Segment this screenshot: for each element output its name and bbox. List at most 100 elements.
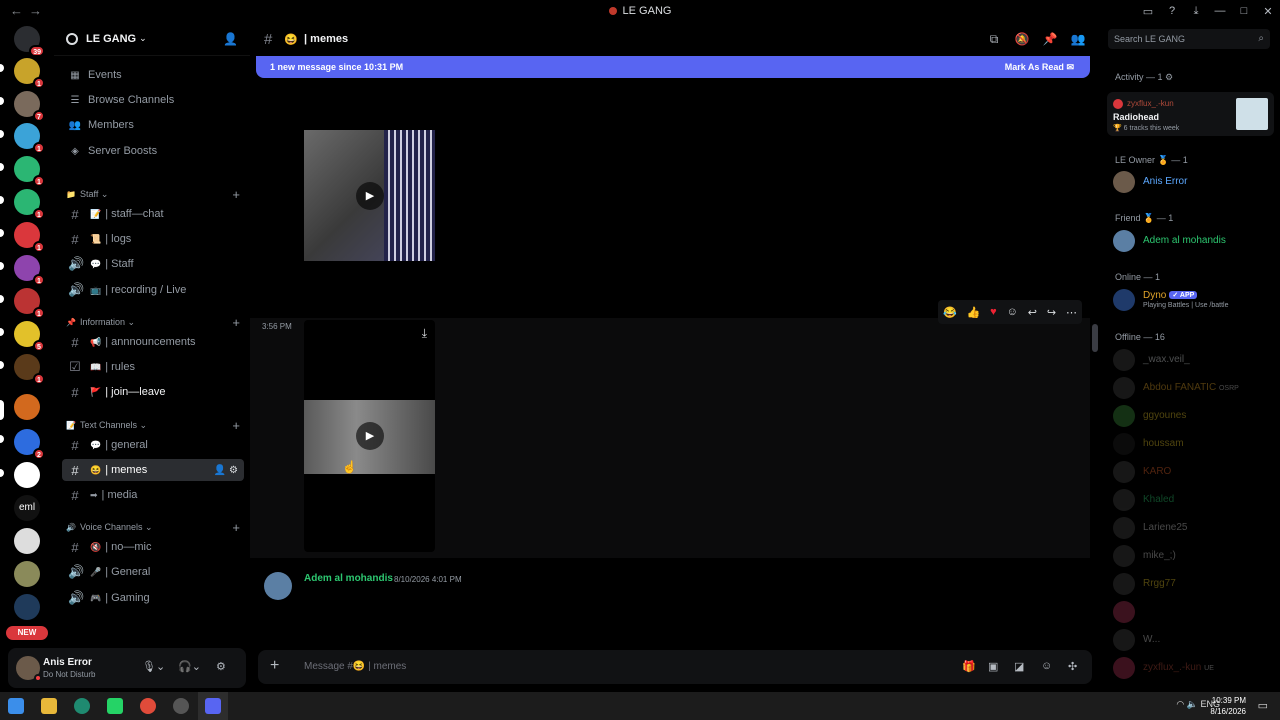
channel-no-mic[interactable]: # 🔇 | no—mic (62, 536, 244, 558)
new-badge[interactable]: NEW (6, 626, 48, 640)
reaction-laugh-icon[interactable]: 😂 (943, 306, 957, 319)
channel-gaming[interactable]: 🔊 🎮 | Gaming (62, 587, 244, 609)
server-icon[interactable]: 1 (14, 288, 45, 319)
server-icon[interactable]: 2 (14, 429, 45, 460)
server-icon[interactable]: 1 (14, 255, 45, 286)
member-item[interactable]: Lariene25 (1113, 517, 1273, 541)
add-channel-icon[interactable]: + (232, 187, 240, 202)
channel-recording[interactable]: 🔊 📺 | recording / Live (62, 279, 244, 301)
members-link[interactable]: 👥 Members (62, 114, 244, 136)
play-icon[interactable]: ▶ (356, 422, 384, 450)
invite-icon[interactable]: 👤 (214, 465, 226, 476)
clock[interactable]: 10:39 PM 8/16/2026 (1210, 695, 1246, 717)
pin-icon[interactable]: 📌 (1036, 32, 1064, 47)
member-item[interactable]: mike_;) (1113, 545, 1273, 569)
avatar[interactable] (264, 572, 292, 600)
search-input[interactable]: Search LE GANG ⌕ (1108, 29, 1270, 49)
edge-icon[interactable] (74, 698, 90, 714)
channel-rules[interactable]: ☑ 📖 | rules (62, 356, 244, 378)
notification-off-icon[interactable]: 🔕 (1008, 32, 1036, 47)
volume-icon[interactable]: 🔈 (1187, 699, 1198, 709)
threads-icon[interactable]: ⧉ (980, 32, 1008, 47)
channel-announcements[interactable]: # 📢 | annnouncements (62, 331, 244, 353)
gift-icon[interactable]: 🎁 (962, 660, 976, 673)
server-icon[interactable]: 7 (14, 91, 45, 122)
notification-icon[interactable]: ▭ (1258, 699, 1268, 712)
server-icon[interactable]: 1 (14, 156, 45, 187)
mic-icon[interactable]: 🎙⌄ (142, 660, 165, 673)
add-reaction-icon[interactable]: ☺ (1007, 306, 1018, 318)
server-icon[interactable]: 1 (14, 58, 45, 89)
video-attachment[interactable]: ▶ (304, 80, 435, 312)
category-information[interactable]: 📌 Information ⌄ + (66, 315, 244, 330)
activity-card[interactable]: zyxflux_.-kun Radiohead 🏆 6 tracks this … (1107, 92, 1274, 136)
member-item[interactable]: Adem al mohandis (1113, 230, 1273, 254)
invite-icon[interactable]: 👤 (223, 32, 238, 46)
download-icon[interactable]: ⤓ (422, 326, 427, 341)
member-item[interactable]: Anis Error (1113, 171, 1273, 195)
server-icon[interactable]: 1 (14, 189, 45, 220)
maximize-icon[interactable]: □ (1232, 5, 1256, 17)
channel-general-voice[interactable]: 🔊 🎤 | General (62, 561, 244, 583)
mark-as-read-button[interactable]: Mark As Read ✉ (1005, 62, 1074, 73)
message-composer[interactable]: + Message #😆 | memes 🎁 ▣ ◪ ☺ ✣ (258, 650, 1092, 684)
scrollbar[interactable] (1092, 324, 1098, 352)
server-icon[interactable]: 1 (14, 354, 45, 385)
server-icon[interactable] (14, 528, 40, 554)
channel-logs[interactable]: # 📜 | logs (62, 228, 244, 250)
server-boosts-link[interactable]: ◈ Server Boosts (62, 140, 244, 162)
server-icon[interactable] (14, 594, 40, 620)
channel-media[interactable]: # ➡ | media (62, 484, 244, 506)
member-list-icon[interactable]: 👥 (1064, 32, 1092, 47)
reaction-thumbs-up-icon[interactable]: 👍 (967, 306, 981, 319)
add-channel-icon[interactable]: + (232, 315, 240, 330)
channel-memes[interactable]: # 😆 | memes 👤 ⚙ (62, 459, 244, 481)
sticker-icon[interactable]: ◪ (1014, 660, 1024, 673)
download-icon[interactable]: ⤓ (1184, 5, 1208, 18)
wifi-icon[interactable]: ◠ (1176, 699, 1184, 709)
reply-icon[interactable]: ↩ (1028, 306, 1037, 319)
app-icon[interactable] (173, 698, 189, 714)
member-item[interactable]: Abdou FANATIC OSRP (1113, 377, 1273, 401)
help-icon[interactable]: ? (1160, 5, 1184, 17)
server-icon[interactable] (14, 561, 40, 587)
category-text-channels[interactable]: 📝 Text Channels ⌄ + (66, 418, 244, 433)
message-author[interactable]: Adem al mohandis (304, 573, 393, 584)
minimize-icon[interactable]: — (1208, 5, 1232, 17)
settings-gear-icon[interactable]: ⚙ (216, 660, 226, 673)
video-attachment[interactable] (304, 594, 435, 646)
user-name[interactable]: Anis Error (43, 657, 92, 668)
category-voice-channels[interactable]: 🔊 Voice Channels ⌄ + (66, 520, 244, 535)
channel-general[interactable]: # 💬 | general (62, 434, 244, 456)
forward-icon[interactable]: ↪ (1047, 306, 1056, 319)
inbox-icon[interactable]: ▭ (1136, 5, 1160, 18)
apps-icon[interactable]: ✣ (1068, 660, 1077, 673)
more-icon[interactable]: ⋯ (1066, 306, 1077, 319)
member-item[interactable]: _wax.veil_ (1113, 349, 1273, 373)
close-icon[interactable]: ✕ (1256, 5, 1280, 18)
member-item[interactable]: KARO (1113, 461, 1273, 485)
server-icon[interactable]: 1 (14, 123, 45, 154)
gear-icon[interactable]: ⚙ (1165, 72, 1173, 82)
member-item[interactable]: houssam (1113, 433, 1273, 457)
discord-icon[interactable] (205, 698, 221, 714)
gif-icon[interactable]: ▣ (988, 660, 998, 673)
member-item[interactable]: Rrgg77 (1113, 573, 1273, 597)
chrome-icon[interactable] (140, 698, 156, 714)
gear-icon[interactable]: ⚙ (229, 465, 238, 476)
add-channel-icon[interactable]: + (232, 418, 240, 433)
member-item[interactable]: Khaled (1113, 489, 1273, 513)
server-icon[interactable]: 5 (14, 321, 45, 352)
server-icon-le-gang[interactable] (14, 394, 40, 420)
guild-header[interactable]: LE GANG ⌄ 👤 (54, 22, 250, 56)
channel-join-leave[interactable]: # 🚩 | join—leave (62, 381, 244, 403)
member-item[interactable]: W... (1113, 629, 1273, 653)
member-item[interactable]: zyxflux_.-kun UE (1113, 657, 1273, 681)
channel-staff-voice[interactable]: 🔊 💬 | Staff (62, 253, 244, 275)
whatsapp-icon[interactable] (107, 698, 123, 714)
message-input[interactable]: Message #😆 | memes (304, 661, 406, 672)
member-item[interactable] (1113, 601, 1273, 625)
member-item[interactable]: ggyounes (1113, 405, 1273, 429)
add-channel-icon[interactable]: + (232, 520, 240, 535)
dm-home-button[interactable]: 39 (14, 26, 45, 57)
